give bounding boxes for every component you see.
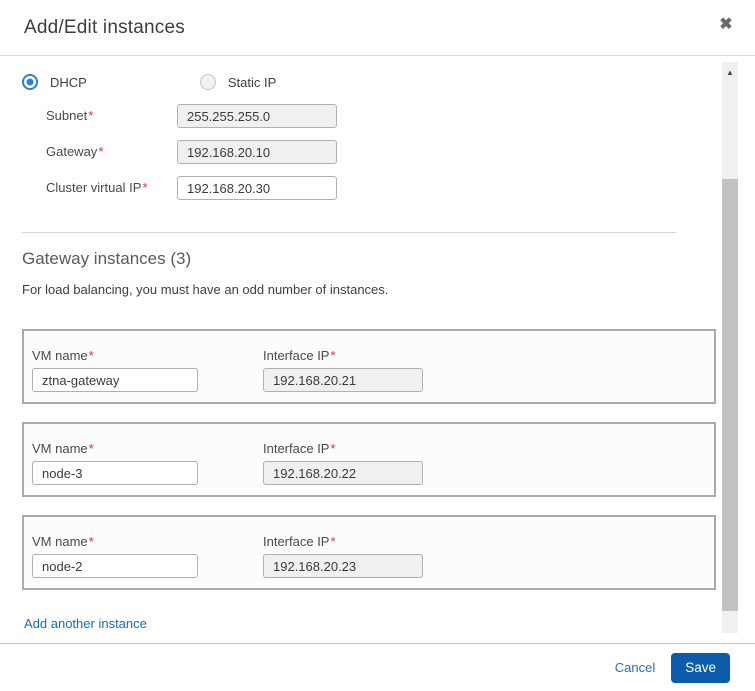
dialog-header: Add/Edit instances ✖: [0, 0, 755, 56]
dialog-body: DHCP Static IP Subnet* Gateway* C: [0, 56, 755, 643]
subnet-row: Subnet*: [46, 104, 715, 128]
interface-ip-label: Interface IP*: [263, 348, 423, 363]
interface-ip-field-3: [263, 554, 423, 578]
scrollbar-track[interactable]: ▲: [722, 62, 738, 633]
interface-ip-column: Interface IP*: [263, 348, 423, 402]
required-asterisk: *: [89, 348, 94, 363]
vm-name-column: VM name*: [32, 348, 198, 402]
interface-ip-field-2: [263, 461, 423, 485]
vm-name-field-1[interactable]: [32, 368, 198, 392]
required-asterisk: *: [98, 144, 103, 159]
required-asterisk: *: [88, 108, 93, 123]
radio-selected-icon: [22, 74, 38, 90]
instance-card-3: VM name* Interface IP*: [22, 515, 716, 590]
instance-card-1: VM name* Interface IP*: [22, 329, 716, 404]
interface-ip-label: Interface IP*: [263, 441, 423, 456]
close-icon[interactable]: ✖: [715, 14, 737, 36]
radio-unselected-icon: [200, 74, 216, 90]
vm-name-label: VM name*: [32, 441, 198, 456]
required-asterisk: *: [142, 180, 147, 195]
vm-name-label: VM name*: [32, 534, 198, 549]
required-asterisk: *: [330, 441, 335, 456]
interface-ip-column: Interface IP*: [263, 534, 423, 588]
required-asterisk: *: [330, 534, 335, 549]
add-edit-instances-dialog: Add/Edit instances ✖ DHCP Static IP Subn…: [0, 0, 755, 691]
cluster-virtual-ip-row: Cluster virtual IP*: [46, 176, 715, 200]
save-button[interactable]: Save: [671, 653, 730, 683]
add-another-instance-link[interactable]: Add another instance: [24, 616, 147, 631]
gateway-label: Gateway*: [46, 140, 177, 164]
radio-dhcp-label: DHCP: [50, 75, 87, 90]
gateway-row: Gateway*: [46, 140, 715, 164]
gateway-instances-heading: Gateway instances (3): [22, 249, 715, 269]
subnet-label: Subnet*: [46, 104, 177, 128]
scrollbar-thumb[interactable]: [722, 179, 738, 611]
scroll-up-icon[interactable]: ▲: [722, 66, 738, 80]
section-divider: [22, 232, 676, 233]
dialog-content: DHCP Static IP Subnet* Gateway* C: [0, 56, 755, 633]
cluster-virtual-ip-field[interactable]: [177, 176, 337, 200]
ip-mode-radio-group: DHCP Static IP: [22, 74, 715, 90]
radio-static-ip[interactable]: Static IP: [200, 74, 276, 90]
interface-ip-label: Interface IP*: [263, 534, 423, 549]
required-asterisk: *: [330, 348, 335, 363]
vm-name-field-3[interactable]: [32, 554, 198, 578]
dialog-footer: Cancel Save: [0, 643, 755, 691]
vm-name-label: VM name*: [32, 348, 198, 363]
interface-ip-column: Interface IP*: [263, 441, 423, 495]
vm-name-column: VM name*: [32, 534, 198, 588]
required-asterisk: *: [89, 441, 94, 456]
vm-name-field-2[interactable]: [32, 461, 198, 485]
network-fields: Subnet* Gateway* Cluster virtual IP*: [46, 104, 715, 200]
dialog-title: Add/Edit instances: [24, 17, 185, 39]
radio-dhcp[interactable]: DHCP: [22, 74, 87, 90]
radio-static-ip-label: Static IP: [228, 75, 276, 90]
instance-card-2: VM name* Interface IP*: [22, 422, 716, 497]
gateway-field: [177, 140, 337, 164]
cancel-button[interactable]: Cancel: [615, 660, 655, 675]
vm-name-column: VM name*: [32, 441, 198, 495]
load-balancing-note: For load balancing, you must have an odd…: [22, 282, 715, 297]
interface-ip-field-1: [263, 368, 423, 392]
subnet-field: [177, 104, 337, 128]
cluster-virtual-ip-label: Cluster virtual IP*: [46, 176, 177, 200]
required-asterisk: *: [89, 534, 94, 549]
